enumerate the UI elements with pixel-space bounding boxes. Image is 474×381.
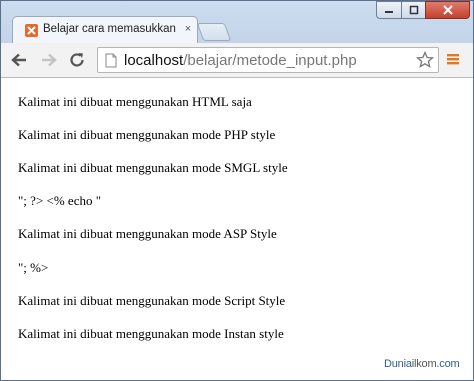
xampp-favicon-icon (25, 24, 38, 37)
url-host: localhost (124, 52, 184, 69)
hamburger-menu-icon (447, 54, 459, 65)
content-line-8: Kalimat ini dibuat menggunakan mode Inst… (18, 326, 284, 341)
maximize-icon (409, 5, 418, 15)
close-window-button[interactable] (425, 1, 470, 19)
browser-toolbar: localhost/belajar/metode_input.php (1, 43, 473, 78)
address-bar[interactable]: localhost/belajar/metode_input.php (97, 47, 439, 73)
tab-active[interactable]: Belajar cara memasukkan × (12, 16, 198, 43)
reload-icon (70, 53, 84, 67)
content-line-1: Kalimat ini dibuat menggunakan HTML saja (18, 94, 252, 109)
watermark-part2: ilkom (411, 358, 437, 370)
back-button[interactable] (9, 50, 29, 70)
page-icon (105, 53, 117, 73)
window-controls (376, 1, 470, 19)
content-line-5: Kalimat ini dibuat menggunakan mode ASP … (18, 226, 277, 241)
back-arrow-icon (11, 53, 26, 67)
minimize-button[interactable] (376, 1, 402, 19)
close-icon (442, 5, 453, 15)
browser-window: Belajar cara memasukkan × localhost/bela… (0, 0, 474, 381)
bookmark-star-icon[interactable] (415, 50, 435, 74)
maximize-button[interactable] (401, 1, 426, 19)
content-line-6: "; %> (18, 260, 49, 275)
watermark-part3: .com (436, 358, 460, 370)
tab-title: Belajar cara memasukkan (43, 23, 176, 35)
watermark: Duniailkom.com (384, 358, 460, 370)
tab-close-icon[interactable]: × (182, 22, 194, 36)
page-content: Kalimat ini dibuat menggunakan HTML saja… (1, 78, 473, 380)
url-path: /belajar/metode_input.php (183, 52, 357, 69)
chrome-menu-button[interactable] (445, 51, 461, 72)
title-bar: Belajar cara memasukkan × (1, 1, 473, 43)
content-line-4: "; ?> <% echo " (18, 193, 102, 208)
content-line-7: Kalimat ini dibuat menggunakan mode Scri… (18, 293, 286, 308)
forward-button[interactable] (39, 50, 59, 70)
watermark-part1: Dunia (384, 358, 412, 370)
content-line-2: Kalimat ini dibuat menggunakan mode PHP … (18, 127, 276, 142)
content-line-3: Kalimat ini dibuat menggunakan mode SMGL… (18, 160, 288, 175)
reload-button[interactable] (67, 50, 87, 70)
minimize-icon (385, 11, 393, 13)
forward-arrow-icon (42, 53, 57, 67)
url-text: localhost/belajar/metode_input.php (124, 52, 357, 69)
new-tab-button[interactable] (196, 23, 232, 41)
